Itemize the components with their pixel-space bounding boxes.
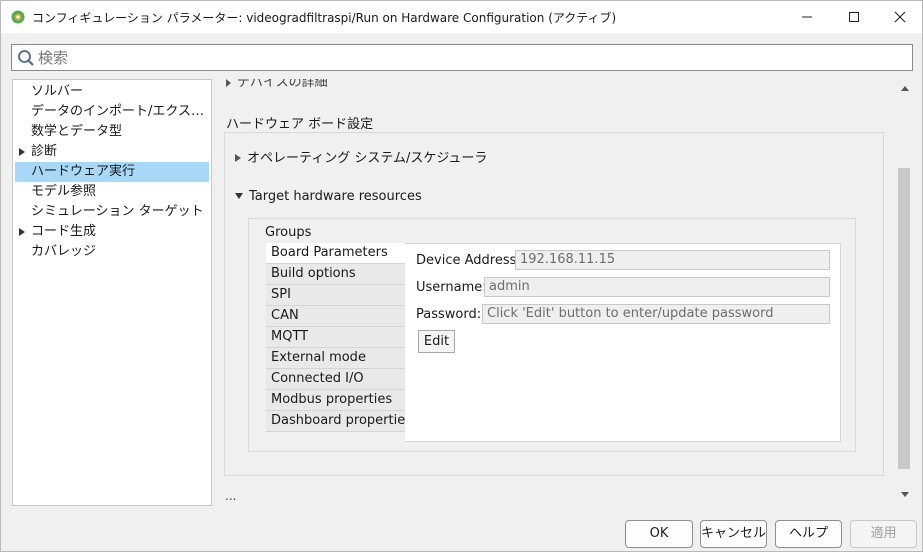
- target-resources-label: Target hardware resources: [249, 189, 422, 204]
- group-item-spi[interactable]: SPI: [266, 285, 406, 306]
- expand-arrow-icon: [226, 79, 231, 87]
- group-item-build-options[interactable]: Build options: [266, 264, 406, 285]
- device-details-label: デバイスの詳細: [237, 79, 328, 90]
- minimize-icon: [802, 16, 812, 18]
- expand-arrow-icon: [235, 153, 241, 162]
- apply-button[interactable]: 適用: [850, 520, 917, 548]
- target-resources-toggle[interactable]: Target hardware resources: [235, 189, 422, 204]
- username-field[interactable]: admin: [484, 277, 830, 297]
- tree-item-label: コード生成: [31, 224, 97, 239]
- group-item-board-parameters[interactable]: Board Parameters: [266, 243, 406, 264]
- settings-panel: デバイスの詳細 ハードウェア ボード設定 オペレーティング システム/スケジュー…: [218, 79, 912, 506]
- expand-arrow-icon[interactable]: [19, 228, 25, 236]
- tree-item-label: データのインポート/エクスポート: [31, 104, 207, 119]
- search-icon: [18, 50, 34, 66]
- tree-item-label: ハードウェア実行: [31, 164, 136, 179]
- search-box[interactable]: [11, 44, 913, 71]
- tree-item-label: ソルバー: [31, 84, 84, 99]
- config-parameters-window: コンフィギュレーション パラメーター: videogradfiltraspi/R…: [0, 0, 923, 552]
- tree-item-diagnostics[interactable]: 診断: [15, 142, 209, 162]
- username-label: Username:: [416, 280, 487, 295]
- tree-item-label: 診断: [31, 144, 58, 159]
- tree-item-hardware-implementation[interactable]: ハードウェア実行: [15, 162, 209, 182]
- tree-item-label: 数学とデータ型: [31, 124, 123, 139]
- device-address-field[interactable]: 192.168.11.15: [515, 250, 830, 270]
- expand-arrow-icon[interactable]: [19, 148, 25, 156]
- close-icon: [894, 11, 906, 23]
- group-item-modbus-properties[interactable]: Modbus properties: [266, 390, 406, 411]
- close-button[interactable]: [877, 1, 922, 33]
- group-item-connected-io[interactable]: Connected I/O: [266, 369, 406, 390]
- group-list: Board Parameters Build options SPI CAN M…: [266, 243, 412, 433]
- groups-label: Groups: [265, 225, 312, 240]
- tree-item-code-generation[interactable]: コード生成: [15, 222, 209, 242]
- group-item-can[interactable]: CAN: [266, 306, 406, 327]
- panel-scrollbar[interactable]: [897, 79, 912, 506]
- tree-item-label: シミュレーション ターゲット: [31, 204, 204, 219]
- tree-item-label: モデル参照: [31, 184, 97, 199]
- title-bar: コンフィギュレーション パラメーター: videogradfiltraspi/R…: [1, 1, 922, 33]
- matlab-gear-icon: [11, 10, 25, 24]
- cancel-button[interactable]: キャンセル: [700, 520, 767, 548]
- group-item-external-mode[interactable]: External mode: [266, 348, 406, 369]
- scroll-thumb[interactable]: [898, 168, 910, 469]
- scroll-down-arrow-icon[interactable]: [901, 492, 909, 497]
- minimize-button[interactable]: [784, 1, 830, 33]
- board-parameters-content: [405, 243, 841, 442]
- collapse-arrow-icon: [235, 192, 243, 199]
- help-button[interactable]: ヘルプ: [775, 520, 842, 548]
- group-item-mqtt[interactable]: MQTT: [266, 327, 406, 348]
- device-details-collapsed[interactable]: デバイスの詳細: [226, 79, 328, 90]
- os-scheduler-toggle[interactable]: オペレーティング システム/スケジューラ: [235, 147, 487, 166]
- maximize-button[interactable]: [831, 1, 877, 33]
- search-input[interactable]: [38, 47, 898, 68]
- tree-item-coverage[interactable]: カバレッジ: [15, 242, 209, 262]
- more-indicator: ...: [225, 489, 237, 503]
- scroll-up-arrow-icon[interactable]: [901, 86, 909, 91]
- tree-item-label: カバレッジ: [31, 244, 97, 259]
- group-item-dashboard-properties[interactable]: Dashboard properties: [266, 411, 412, 432]
- tree-item-math-data-types[interactable]: 数学とデータ型: [15, 122, 209, 142]
- device-address-label: Device Address:: [416, 253, 521, 268]
- tree-item-model-referencing[interactable]: モデル参照: [15, 182, 209, 202]
- window-title: コンフィギュレーション パラメーター: videogradfiltraspi/R…: [32, 11, 617, 25]
- section-title: ハードウェア ボード設定: [226, 117, 374, 132]
- tree-item-data-import-export[interactable]: データのインポート/エクスポート: [15, 102, 209, 122]
- password-label: Password:: [416, 307, 482, 322]
- password-field[interactable]: Click 'Edit' button to enter/update pass…: [482, 304, 830, 324]
- ok-button[interactable]: OK: [625, 520, 693, 548]
- edit-password-button[interactable]: Edit: [418, 330, 455, 353]
- maximize-icon: [849, 12, 859, 22]
- tree-item-solver[interactable]: ソルバー: [15, 82, 209, 102]
- os-scheduler-label: オペレーティング システム/スケジューラ: [247, 151, 488, 166]
- category-tree: ソルバー データのインポート/エクスポート 数学とデータ型 診断 ハードウェア実…: [12, 79, 212, 506]
- tree-item-simulation-target[interactable]: シミュレーション ターゲット: [15, 202, 209, 222]
